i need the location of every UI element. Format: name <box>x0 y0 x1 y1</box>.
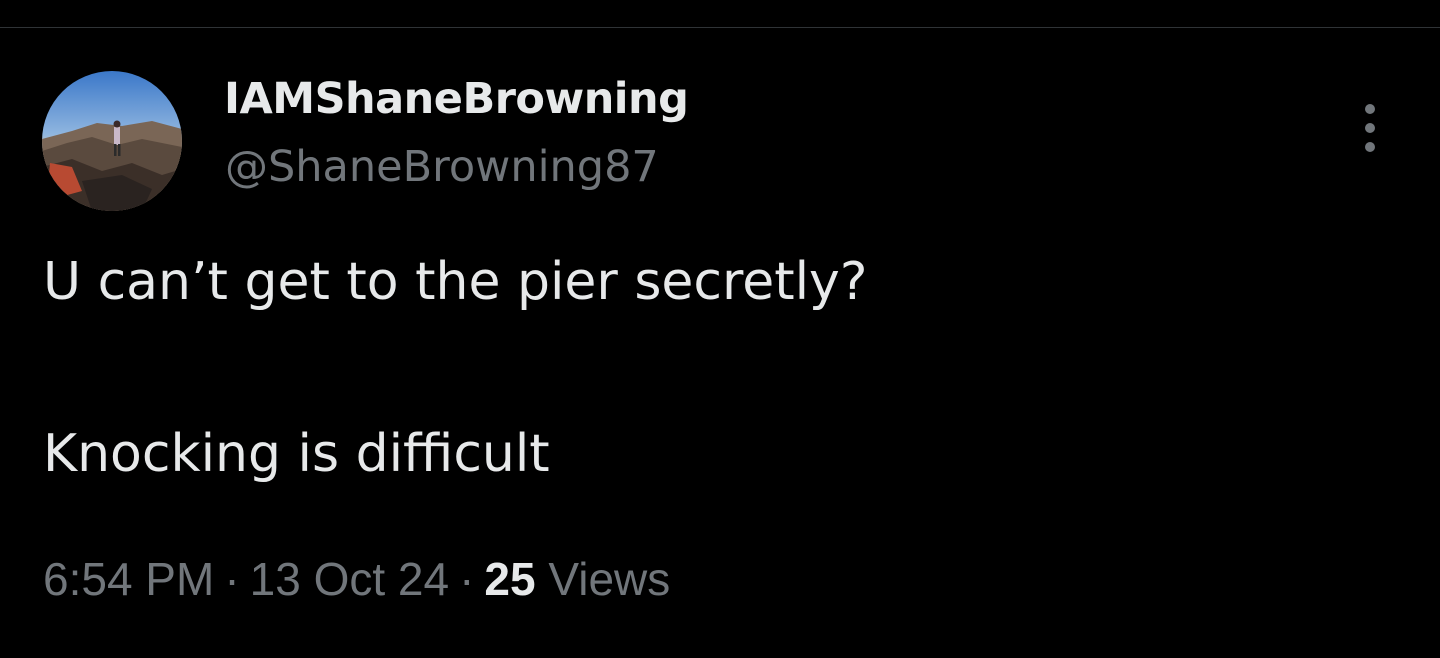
more-vertical-icon[interactable] <box>1352 102 1388 154</box>
tweet-text-line: Knocking is difficult <box>43 424 550 484</box>
views-count: 25 <box>484 553 536 605</box>
more-dot <box>1365 104 1375 114</box>
tweet-date[interactable]: 13 Oct 24 <box>250 553 449 605</box>
avatar[interactable] <box>42 71 182 211</box>
meta-separator: · <box>224 553 240 605</box>
more-dot <box>1365 142 1375 152</box>
avatar-photo <box>42 71 182 211</box>
meta-separator: · <box>459 553 475 605</box>
author-display-name[interactable]: IAMShaneBrowning <box>224 74 689 124</box>
author-handle[interactable]: @ShaneBrowning87 <box>225 142 659 192</box>
tweet-text-line: U can’t get to the pier secretly? <box>43 252 868 312</box>
more-dot <box>1365 123 1375 133</box>
tweet-time[interactable]: 6:54 PM <box>43 553 214 605</box>
top-divider <box>0 27 1440 28</box>
views-label: Views <box>548 553 671 605</box>
tweet-meta: 6:54 PM · 13 Oct 24 · 25 Views <box>43 552 670 606</box>
